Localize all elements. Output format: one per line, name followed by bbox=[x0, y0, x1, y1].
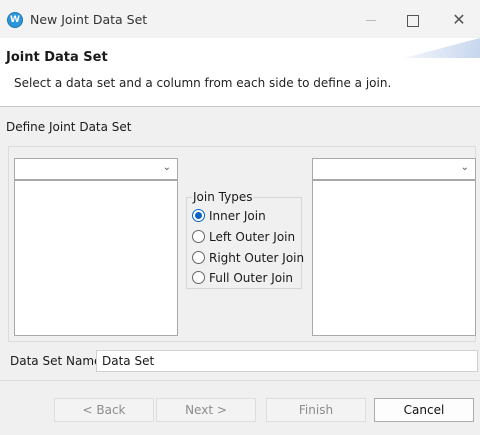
next-button[interactable]: Next > bbox=[156, 398, 256, 422]
maximize-button[interactable] bbox=[398, 8, 428, 32]
finish-button[interactable]: Finish bbox=[266, 398, 366, 422]
minimize-button[interactable] bbox=[356, 8, 386, 32]
radio-label: Right Outer Join bbox=[209, 251, 305, 265]
join-types-legend: Join Types bbox=[192, 190, 254, 204]
window-title: New Joint Data Set bbox=[30, 12, 148, 27]
page-title: Joint Data Set bbox=[6, 50, 108, 65]
section-label: Define Joint Data Set bbox=[6, 120, 132, 134]
right-column-list[interactable] bbox=[312, 180, 476, 336]
radio-button[interactable] bbox=[192, 271, 205, 284]
minimize-icon bbox=[366, 20, 376, 21]
page-description: Select a data set and a column from each… bbox=[14, 76, 392, 90]
cancel-button[interactable]: Cancel bbox=[374, 398, 474, 422]
right-dataset-combo[interactable]: ⌄ bbox=[312, 158, 476, 180]
chevron-down-icon: ⌄ bbox=[460, 162, 469, 173]
dialog-window: W New Joint Data Set ✕ Joint Data Set Se… bbox=[0, 0, 480, 435]
app-icon: W bbox=[7, 12, 23, 28]
back-button[interactable]: < Back bbox=[54, 398, 154, 422]
radio-label: Inner Join bbox=[209, 209, 266, 223]
radio-label: Left Outer Join bbox=[209, 230, 296, 244]
title-bar[interactable]: W New Joint Data Set ✕ bbox=[0, 0, 480, 38]
data-set-name-label: Data Set Name: bbox=[10, 354, 106, 368]
wizard-header: Joint Data Set Select a data set and a c… bbox=[0, 38, 480, 107]
data-set-name-input[interactable]: Data Set bbox=[96, 350, 478, 372]
radio-button-checked[interactable] bbox=[192, 209, 205, 222]
radio-label: Full Outer Join bbox=[209, 271, 294, 285]
chevron-down-icon: ⌄ bbox=[162, 162, 171, 173]
radio-button[interactable] bbox=[192, 230, 205, 243]
header-decoration bbox=[404, 38, 480, 58]
footer-divider bbox=[0, 380, 480, 381]
close-icon: ✕ bbox=[452, 10, 466, 29]
radio-button[interactable] bbox=[192, 251, 205, 264]
maximize-icon bbox=[407, 15, 419, 27]
left-column-list[interactable] bbox=[14, 180, 178, 336]
close-button[interactable]: ✕ bbox=[444, 8, 474, 32]
left-dataset-combo[interactable]: ⌄ bbox=[14, 158, 178, 180]
